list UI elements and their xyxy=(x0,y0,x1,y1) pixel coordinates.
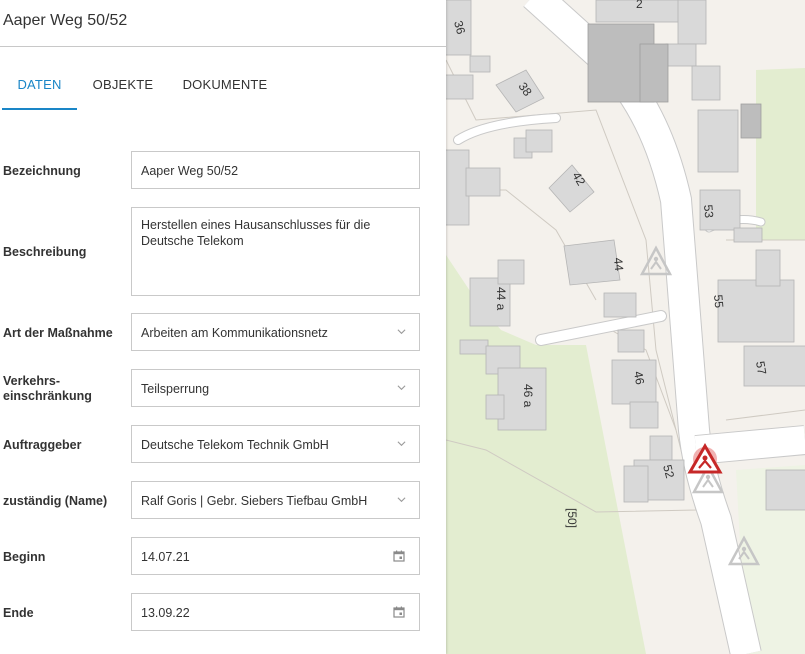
title-divider xyxy=(0,46,446,47)
calendar-icon[interactable] xyxy=(393,550,405,562)
zustaendig-value: Ralf Goris | Gebr. Siebers Tiefbau GmbH xyxy=(141,494,368,508)
label-verkehrseinschraenkung: Verkehrs- einschränkung xyxy=(3,374,92,404)
details-panel: Aaper Weg 50/52 DATEN OBJEKTE DOKUMENTE … xyxy=(0,0,446,654)
page-title: Aaper Weg 50/52 xyxy=(3,12,128,29)
house-number: 2 xyxy=(636,0,643,11)
tab-objekte[interactable]: OBJEKTE xyxy=(85,62,161,110)
label-verkehrs-line2: einschränkung xyxy=(3,389,92,403)
house-number: 44 a xyxy=(494,287,508,311)
ende-date-input[interactable]: 13.09.22 xyxy=(131,593,420,631)
label-ende: Ende xyxy=(3,606,34,620)
verkehrseinschraenkung-value: Teilsperrung xyxy=(141,382,210,396)
house-number: 53 xyxy=(701,204,716,219)
chevron-down-icon xyxy=(397,329,406,335)
map-canvas[interactable]: 2 36 38 42 44 44 a 46 46 a 52 53 55 57 [… xyxy=(446,0,805,654)
label-auftraggeber: Auftraggeber xyxy=(3,438,82,452)
house-number: 57 xyxy=(753,360,769,376)
bezeichnung-input[interactable]: Aaper Weg 50/52 xyxy=(131,151,420,189)
label-art-der-massnahme: Art der Maßnahme xyxy=(3,326,113,340)
tab-dokumente[interactable]: DOKUMENTE xyxy=(175,62,275,110)
label-beginn: Beginn xyxy=(3,550,46,564)
beginn-value: 14.07.21 xyxy=(141,550,190,564)
ende-value: 13.09.22 xyxy=(141,606,190,620)
auftraggeber-value: Deutsche Telekom Technik GmbH xyxy=(141,438,329,452)
chevron-down-icon xyxy=(397,497,406,503)
bezeichnung-value: Aaper Weg 50/52 xyxy=(141,164,239,178)
beschreibung-value: Herstellen eines Hausanschlusses für die… xyxy=(141,218,371,248)
label-zustaendig: zuständig (Name) xyxy=(3,494,108,508)
art-der-massnahme-value: Arbeiten am Kommunikationsnetz xyxy=(141,326,328,340)
chevron-down-icon xyxy=(397,385,406,391)
map-view[interactable]: 2 36 38 42 44 44 a 46 46 a 52 53 55 57 [… xyxy=(446,0,805,654)
calendar-icon[interactable] xyxy=(393,606,405,618)
verkehrseinschraenkung-select[interactable]: Teilsperrung xyxy=(131,369,420,407)
chevron-down-icon xyxy=(397,441,406,447)
green-area xyxy=(756,68,805,240)
road-side-right xyxy=(694,426,805,464)
house-number: 46 a xyxy=(521,384,535,408)
house-number: 46 xyxy=(631,370,647,386)
label-verkehrs-line1: Verkehrs- xyxy=(3,374,60,388)
label-bezeichnung: Bezeichnung xyxy=(3,164,81,178)
beginn-date-input[interactable]: 14.07.21 xyxy=(131,537,420,575)
beschreibung-textarea[interactable]: Herstellen eines Hausanschlusses für die… xyxy=(131,207,420,296)
tab-daten[interactable]: DATEN xyxy=(2,62,77,110)
label-beschreibung: Beschreibung xyxy=(3,245,87,259)
house-number: 55 xyxy=(711,294,726,309)
art-der-massnahme-select[interactable]: Arbeiten am Kommunikationsnetz xyxy=(131,313,420,351)
zustaendig-select[interactable]: Ralf Goris | Gebr. Siebers Tiefbau GmbH xyxy=(131,481,420,519)
active-tab-indicator xyxy=(2,108,77,110)
auftraggeber-select[interactable]: Deutsche Telekom Technik GmbH xyxy=(131,425,420,463)
house-number: 44 xyxy=(611,257,626,272)
house-number: [50] xyxy=(565,508,579,528)
tab-bar: DATEN OBJEKTE DOKUMENTE xyxy=(0,62,446,110)
